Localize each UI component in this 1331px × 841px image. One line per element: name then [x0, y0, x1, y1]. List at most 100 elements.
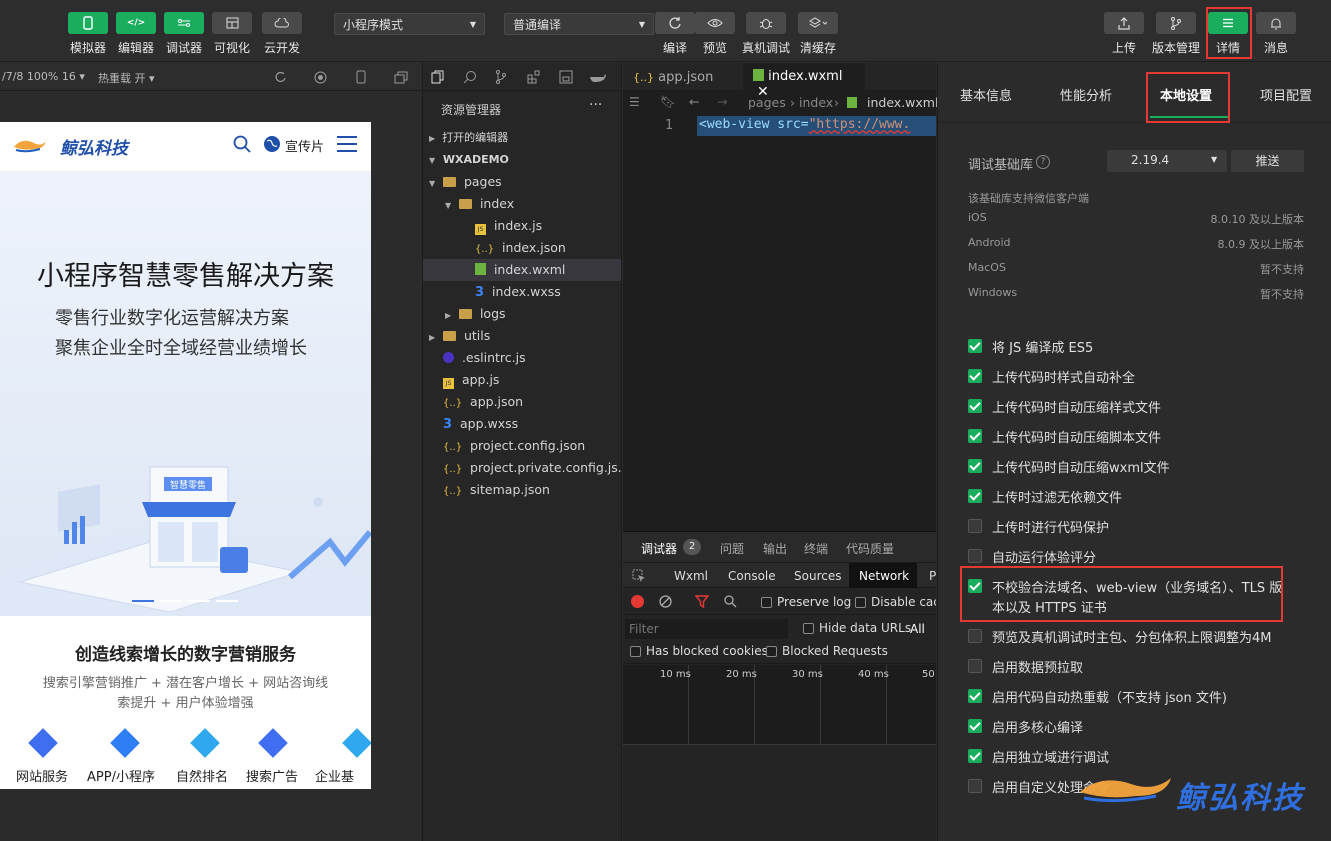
more-options-icon[interactable]: ···	[589, 97, 602, 113]
breadcrumb-item[interactable]: index.wxml	[867, 95, 938, 110]
push-button[interactable]: 推送	[1231, 150, 1304, 172]
setting-label-continued[interactable]: 本以及 HTTPS 证书	[992, 597, 1107, 616]
lib-version-select[interactable]: 2.19.4 ▼	[1107, 150, 1227, 172]
seo-service-icon[interactable]	[190, 728, 220, 758]
project-section[interactable]: ▼ WXADEMO	[423, 149, 621, 171]
bookmark-icon[interactable]: 🔖︎	[660, 94, 676, 110]
source-control-icon[interactable]	[495, 70, 507, 84]
hamburger-menu-icon[interactable]	[336, 134, 358, 154]
compile-mode-select[interactable]: 普通编译 ▼	[504, 13, 654, 35]
phone-icon[interactable]	[356, 70, 366, 84]
web-service-icon[interactable]	[28, 728, 58, 758]
debugger-toggle-button[interactable]: 调试器	[160, 12, 208, 56]
arrow-left-icon[interactable]: ←	[689, 94, 699, 109]
help-icon[interactable]: ?	[1036, 155, 1050, 169]
setting-checkbox[interactable]	[968, 579, 982, 593]
setting-label[interactable]: 上传时过滤无依赖文件	[992, 487, 1122, 506]
file-tree-item[interactable]: 3 index.wxss	[423, 281, 621, 303]
file-tree-item[interactable]: JS app.js	[423, 369, 621, 391]
hot-reload-select[interactable]: 热重载 开 ▾	[98, 70, 155, 86]
setting-label[interactable]: 上传代码时自动压缩脚本文件	[992, 427, 1161, 446]
search-icon[interactable]	[724, 595, 737, 608]
visual-button[interactable]: 可视化	[208, 12, 256, 56]
has-blocked-cookies-checkbox[interactable]: Has blocked cookies	[630, 644, 768, 658]
file-tree-item[interactable]: ▶ logs	[423, 303, 621, 325]
upload-button[interactable]: 上传	[1100, 12, 1148, 56]
tab-debugger[interactable]: 调试器	[641, 540, 677, 557]
service-label[interactable]: 搜索广告	[246, 766, 298, 785]
file-tree-item[interactable]: {..} app.json	[423, 391, 621, 413]
setting-label[interactable]: 将 JS 编译成 ES5	[992, 337, 1093, 356]
breadcrumb-item[interactable]: pages	[748, 95, 786, 110]
code-line[interactable]: <web-view src="https://www.	[697, 116, 936, 136]
setting-label[interactable]: 上传代码时自动压缩样式文件	[992, 397, 1161, 416]
setting-checkbox[interactable]	[968, 549, 982, 563]
record-icon[interactable]	[631, 595, 644, 608]
arrow-right-icon[interactable]: →	[717, 94, 727, 109]
setting-label[interactable]: 上传时进行代码保护	[992, 517, 1109, 536]
setting-label[interactable]: 启用独立域进行调试	[992, 747, 1109, 766]
tab-issues[interactable]: 问题	[720, 540, 744, 557]
file-tree-item[interactable]: ▼ index	[423, 193, 621, 215]
setting-label[interactable]: 启用代码自动热重载（不支持 json 文件)	[992, 687, 1227, 706]
enterprise-service-icon[interactable]	[342, 728, 371, 758]
editor-tab[interactable]: {..} app.json	[623, 63, 741, 91]
version-management-button[interactable]: 版本管理	[1152, 12, 1200, 56]
subtab-console[interactable]: Console	[728, 569, 776, 583]
setting-checkbox[interactable]	[968, 399, 982, 413]
tab-output[interactable]: 输出	[763, 540, 787, 557]
storage-icon[interactable]	[559, 70, 573, 84]
setting-label[interactable]: 启用数据预拉取	[992, 657, 1083, 676]
list-icon[interactable]: ☰	[629, 95, 640, 109]
inspect-element-icon[interactable]	[632, 569, 646, 583]
file-tree-item[interactable]: {..} project.config.json	[423, 435, 621, 457]
app-service-icon[interactable]	[110, 728, 140, 758]
setting-checkbox[interactable]	[968, 629, 982, 643]
setting-checkbox[interactable]	[968, 719, 982, 733]
network-timeline[interactable]: 10 ms 20 ms 30 ms 40 ms 50	[623, 665, 936, 745]
setting-checkbox[interactable]	[968, 489, 982, 503]
setting-checkbox[interactable]	[968, 519, 982, 533]
setting-label[interactable]: 预览及真机调试时主包、分包体积上限调整为4M	[992, 627, 1272, 646]
tab-performance[interactable]: 性能分析	[1060, 85, 1112, 104]
hero-banner[interactable]: 小程序智慧零售解决方案 零售行业数字化运营解决方案 聚焦企业全时全域经营业绩增长…	[0, 172, 371, 616]
type-filter-all[interactable]: All	[910, 622, 925, 636]
setting-label[interactable]: 启用多核心编译	[992, 717, 1083, 736]
subtab-more[interactable]: P	[929, 569, 936, 583]
service-label[interactable]: 自然排名	[176, 766, 228, 785]
mode-select[interactable]: 小程序模式 ▼	[334, 13, 485, 35]
file-tree-item[interactable]: index.wxml	[423, 259, 621, 281]
filter-icon[interactable]	[695, 595, 709, 608]
setting-checkbox[interactable]	[968, 369, 982, 383]
subtab-wxml[interactable]: Wxml	[674, 569, 708, 583]
file-tree-item[interactable]: {..} sitemap.json	[423, 479, 621, 501]
network-filter-input[interactable]	[625, 619, 788, 639]
details-button[interactable]: 详情	[1204, 12, 1252, 56]
setting-checkbox[interactable]	[968, 459, 982, 473]
setting-checkbox[interactable]	[968, 339, 982, 353]
preview-button[interactable]: 预览	[691, 12, 739, 56]
hide-data-urls-checkbox[interactable]: Hide data URLs	[803, 621, 911, 635]
tab-terminal[interactable]: 终端	[804, 540, 828, 557]
extensions-icon[interactable]	[527, 70, 541, 84]
promo-video-link[interactable]: 宣传片	[285, 136, 324, 155]
setting-label[interactable]: 自动运行体验评分	[992, 547, 1096, 566]
carousel-dot[interactable]	[216, 600, 238, 602]
setting-label[interactable]: 上传代码时自动压缩wxml文件	[992, 457, 1170, 476]
device-info-select[interactable]: /7/8 100% 16 ▾	[2, 70, 85, 83]
setting-checkbox[interactable]	[968, 779, 982, 793]
clear-cache-button[interactable]: 清缓存	[794, 12, 842, 56]
open-editors-section[interactable]: ▶ 打开的编辑器	[423, 127, 621, 149]
editor-toggle-button[interactable]: </> 编辑器	[112, 12, 160, 56]
simulator-toggle-button[interactable]: 模拟器	[64, 12, 112, 56]
subtab-network-active[interactable]: Network	[849, 563, 917, 588]
preserve-log-checkbox[interactable]: Preserve log	[761, 595, 851, 609]
new-window-icon[interactable]	[394, 71, 408, 84]
tab-local-settings[interactable]: 本地设置	[1160, 85, 1212, 104]
blocked-requests-checkbox[interactable]: Blocked Requests	[766, 644, 888, 658]
setting-checkbox[interactable]	[968, 689, 982, 703]
file-tree-item[interactable]: {..} index.json	[423, 237, 621, 259]
carousel-dot-active[interactable]	[132, 600, 154, 602]
clear-icon[interactable]	[659, 595, 672, 608]
setting-checkbox[interactable]	[968, 429, 982, 443]
